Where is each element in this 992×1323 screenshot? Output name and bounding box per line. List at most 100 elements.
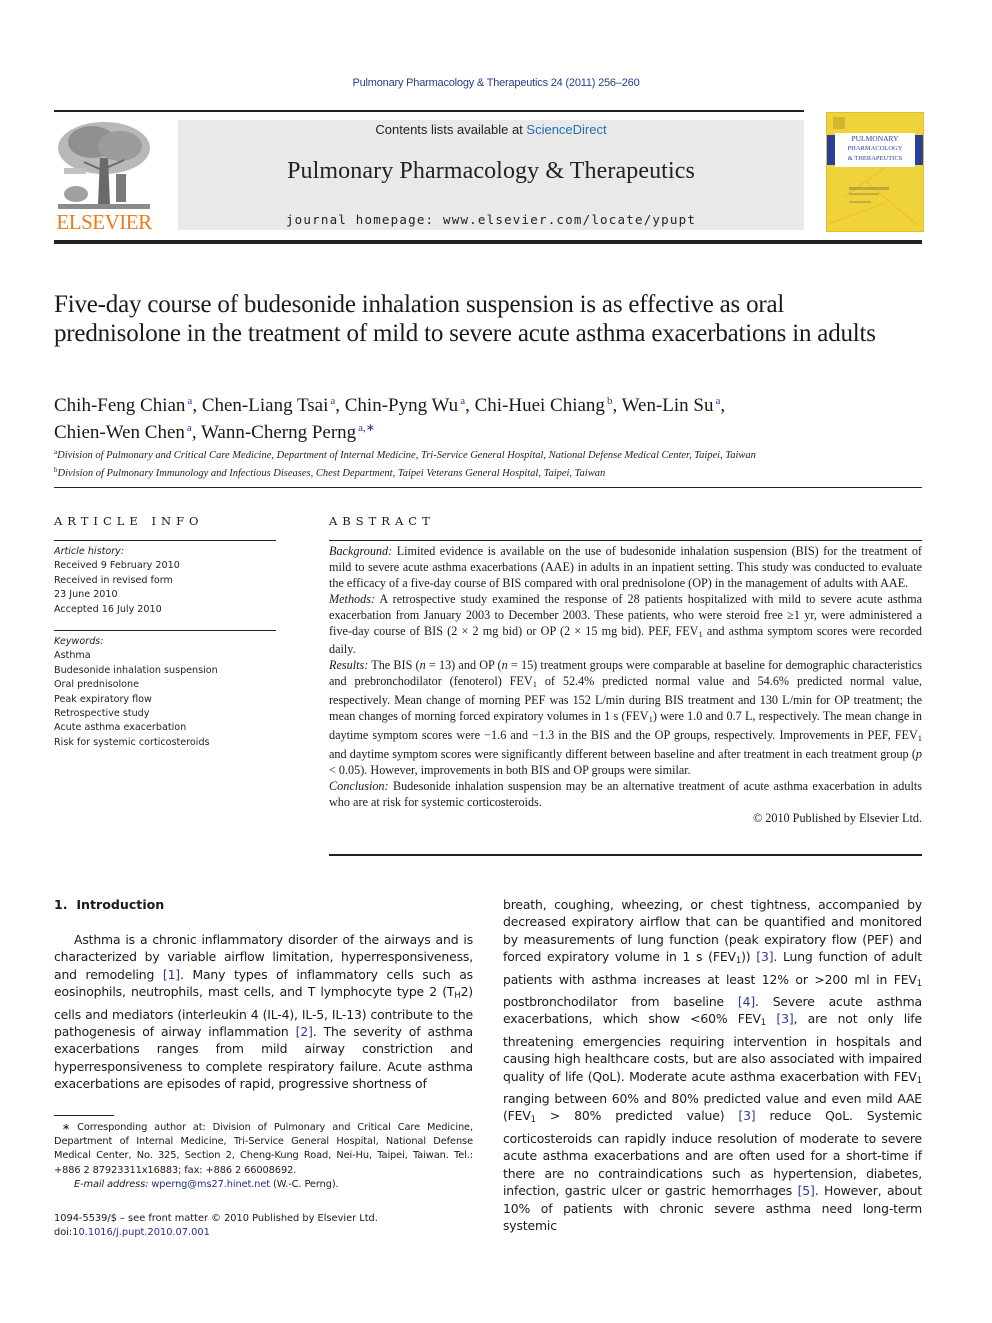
author: Chien-Wen Chen a xyxy=(54,422,192,443)
section-heading-introduction: 1. Introduction xyxy=(54,897,165,912)
header-rule xyxy=(178,110,804,112)
abstract-section-text: The BIS (n = 13) and OP (n = 15) treatme… xyxy=(329,658,923,777)
abstract-section-text: Limited evidence is available on the use… xyxy=(329,544,922,590)
author: Wen-Lin Su a xyxy=(622,395,721,416)
abstract-body: Background: Limited evidence is availabl… xyxy=(329,544,922,826)
abstract-section-text: Budesonide inhalation suspension may be … xyxy=(329,778,922,809)
email-row: E-mail address: wperng@ms27.hinet.net (W… xyxy=(54,1178,473,1192)
author-name[interactable]: Wann-Cherng Perng xyxy=(201,422,356,443)
body-paragraph: Asthma is a chronic inflammatory disorde… xyxy=(54,932,473,1092)
abstract-section: Methods: A retrospective study examined … xyxy=(329,592,922,659)
history-item: Received in revised form xyxy=(54,574,173,586)
corresponding-author-text: ∗ Corresponding author at: Division of P… xyxy=(54,1122,473,1176)
keyword: Acute asthma exacerbation xyxy=(54,722,187,734)
body-column-right: breath, coughing, wheezing, or chest tig… xyxy=(503,896,922,1234)
article-info-rule xyxy=(54,630,276,631)
author-name[interactable]: Chi-Huei Chiang xyxy=(475,395,605,416)
author: Chin-Pyng Wu a xyxy=(345,395,465,416)
cover-title-line: PULMONARY xyxy=(851,134,899,143)
cover-title-line: PHARMACOLOGY xyxy=(847,145,903,152)
affiliation: aDivision of Pulmonary and Critical Care… xyxy=(54,445,934,463)
cover-text-block xyxy=(849,193,879,195)
article-history: Article history: Received 9 February 201… xyxy=(54,545,276,617)
journal-title: Pulmonary Pharmacology & Therapeutics xyxy=(287,158,695,184)
abstract-section: Background: Limited evidence is availabl… xyxy=(329,544,922,592)
keyword: Peak expiratory flow xyxy=(54,693,152,705)
abstract-section-label: Methods: xyxy=(329,591,376,606)
elsevier-tree-icon xyxy=(54,118,154,213)
email-link[interactable]: wperng@ms27.hinet.net xyxy=(151,1179,270,1190)
cover-title: PULMONARY PHARMACOLOGY & THERAPEUTICS xyxy=(836,134,914,164)
author-name[interactable]: Chih-Feng Chian xyxy=(54,395,185,416)
keyword: Risk for systemic corticosteroids xyxy=(54,736,210,748)
author: Chi-Huei Chiang b xyxy=(475,395,613,416)
email-suffix: (W.-C. Perng). xyxy=(270,1178,339,1190)
cover-text-block xyxy=(849,201,871,203)
abstract-section-text: A retrospective study examined the respo… xyxy=(329,591,922,657)
body-paragraph: breath, coughing, wheezing, or chest tig… xyxy=(503,897,922,1233)
author-name[interactable]: Wen-Lin Su xyxy=(622,395,714,416)
abstract-section: Results: The BIS (n = 13) and OP (n = 15… xyxy=(329,658,922,778)
doi-link[interactable]: 10.1016/j.pupt.2010.07.001 xyxy=(72,1227,210,1238)
abstract-section-label: Background: xyxy=(329,544,393,558)
article-title: Five-day course of budesonide inhalation… xyxy=(54,291,876,347)
affiliations: aDivision of Pulmonary and Critical Care… xyxy=(54,445,934,481)
cover-text-block xyxy=(849,187,889,190)
author-separator: , xyxy=(465,395,475,416)
author-separator: , xyxy=(335,395,345,416)
running-head[interactable]: Pulmonary Pharmacology & Therapeutics 24… xyxy=(0,77,992,89)
contents-prefix: Contents lists available at xyxy=(375,122,527,137)
abstract-section-label: Conclusion: xyxy=(329,778,389,793)
author: Chen-Liang Tsai a xyxy=(202,395,335,416)
affiliation-text: Division of Pulmonary Immunology and Inf… xyxy=(57,468,606,479)
keywords: Keywords: Asthma Budesonide inhalation s… xyxy=(54,635,276,750)
author-name[interactable]: Chin-Pyng Wu xyxy=(345,395,458,416)
corresponding-author-footnote: ∗ Corresponding author at: Division of P… xyxy=(54,1121,473,1192)
abstract-heading: ABSTRACT xyxy=(329,514,435,528)
footnote-rule xyxy=(54,1115,114,1116)
article-info-rule xyxy=(54,540,276,541)
journal-header-box: Contents lists available at ScienceDirec… xyxy=(178,120,804,230)
contents-line: Contents lists available at ScienceDirec… xyxy=(178,122,804,137)
abstract-rule xyxy=(329,540,922,541)
affiliation-text: Division of Pulmonary and Critical Care … xyxy=(57,450,756,461)
affiliation-marker[interactable]: a,∗ xyxy=(358,422,375,434)
history-item: Received 9 February 2010 xyxy=(54,560,180,572)
history-item: Accepted 16 July 2010 xyxy=(54,603,162,615)
author-separator: , xyxy=(192,395,202,416)
elsevier-wordmark: ELSEVIER xyxy=(56,210,152,234)
header-rule-left xyxy=(54,110,178,112)
journal-cover[interactable]: PULMONARY PHARMACOLOGY & THERAPEUTICS xyxy=(826,112,924,232)
keyword: Asthma xyxy=(54,650,91,662)
section-divider xyxy=(54,487,922,488)
author-name[interactable]: Chien-Wen Chen xyxy=(54,422,185,443)
elsevier-logo[interactable]: ELSEVIER xyxy=(54,118,154,234)
journal-homepage[interactable]: journal homepage: www.elsevier.com/locat… xyxy=(178,212,804,227)
body-column-left: Asthma is a chronic inflammatory disorde… xyxy=(54,931,473,1093)
issn-line: 1094-5539/$ – see front matter © 2010 Pu… xyxy=(54,1213,378,1224)
author-name[interactable]: Chen-Liang Tsai xyxy=(202,395,329,416)
abstract-section-label: Results: xyxy=(329,658,369,673)
cover-elsevier-emblem-icon xyxy=(833,117,845,129)
affiliation: bDivision of Pulmonary Immunology and In… xyxy=(54,463,934,481)
sciencedirect-link[interactable]: ScienceDirect xyxy=(526,122,606,137)
author-separator: , xyxy=(612,395,622,416)
email-label: E-mail address: xyxy=(74,1178,149,1190)
header-rule-thick xyxy=(54,240,922,244)
keywords-label: Keywords: xyxy=(54,636,104,647)
author-separator: , xyxy=(720,395,726,416)
keyword: Budesonide inhalation suspension xyxy=(54,664,218,676)
article-history-label: Article history: xyxy=(54,546,125,557)
front-matter: 1094-5539/$ – see front matter © 2010 Pu… xyxy=(54,1212,473,1240)
article-info-heading: ARTICLE INFO xyxy=(54,514,204,528)
cover-title-line: & THERAPEUTICS xyxy=(847,155,903,162)
keyword: Retrospective study xyxy=(54,708,150,720)
cover-texture xyxy=(828,202,886,225)
doi-prefix: doi: xyxy=(54,1227,73,1239)
keyword: Oral prednisolone xyxy=(54,679,140,691)
abstract-copyright: © 2010 Published by Elsevier Ltd. xyxy=(752,810,922,825)
author: Wann-Cherng Perng a,∗ xyxy=(201,422,375,443)
author-list: Chih-Feng Chian a, Chen-Liang Tsai a, Chin… xyxy=(54,390,914,444)
history-item: 23 June 2010 xyxy=(54,589,118,601)
doi-line: doi:10.1016/j.pupt.2010.07.001 xyxy=(54,1226,473,1240)
